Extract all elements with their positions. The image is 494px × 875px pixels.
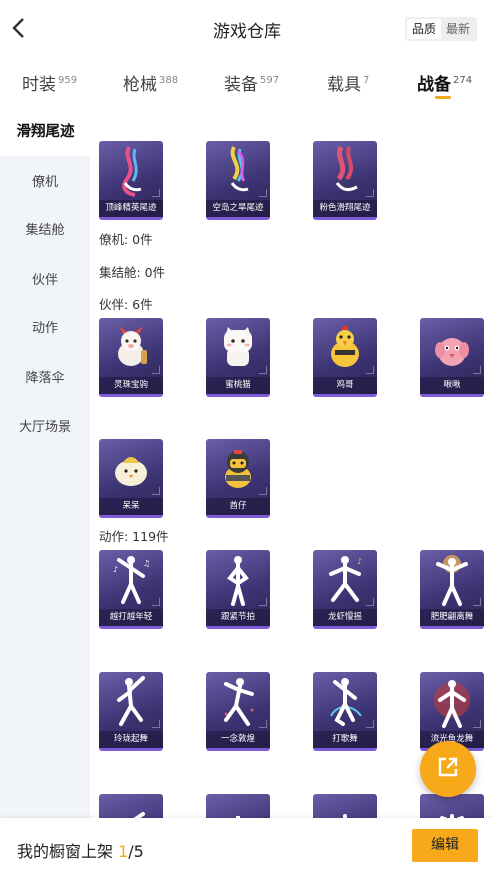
item-card[interactable] <box>99 794 163 818</box>
card-corner <box>152 598 160 606</box>
svg-text:♪: ♪ <box>113 565 118 574</box>
item-name: 呆呆 <box>99 498 163 515</box>
item-card[interactable]: ♪ 龙虾慢摇 <box>313 550 377 629</box>
sidebar: 滑翔尾迹 僚机 集结舱 伙伴 动作 降落伞 大厅场景 <box>0 108 91 818</box>
svg-text:♪: ♪ <box>357 557 362 566</box>
dancer-icon <box>99 794 163 818</box>
item-card[interactable]: 肥肥翩离舞 <box>420 550 484 629</box>
item-card[interactable]: 打歌舞 <box>313 672 377 751</box>
warehouse-screen: 游戏仓库 品质 最新 时装 959 枪械 388 装备 597 载具 7 战备 274 滑… <box>0 0 494 875</box>
item-card[interactable]: 流光鱼龙舞 <box>420 672 484 751</box>
showcase-count: 我的橱窗上架 1/5 <box>17 842 144 861</box>
item-card[interactable]: ♪ ♫ 越打越年轻 <box>99 550 163 629</box>
item-card[interactable] <box>206 794 270 818</box>
sidebar-item-emote[interactable]: 动作 <box>0 305 90 353</box>
item-name: 粉色滑翔尾迹 <box>313 200 377 217</box>
item-name: 跟紧节拍 <box>206 609 270 626</box>
item-name: 顶峰精英尾迹 <box>99 200 163 217</box>
item-name: 龙虾慢摇 <box>313 609 377 626</box>
tab-combat-prep[interactable]: 战备 274 <box>417 70 472 95</box>
card-corner <box>152 487 160 495</box>
item-card[interactable]: 粉色滑翔尾迹 <box>313 141 377 220</box>
card-corner <box>259 487 267 495</box>
item-name: 啾啾 <box>420 377 484 394</box>
card-corner <box>366 189 374 197</box>
tab-equipment[interactable]: 装备 597 <box>224 70 279 95</box>
tab-guns[interactable]: 枪械 388 <box>123 70 178 95</box>
showcase-bar: 我的橱窗上架 1/5 编辑 <box>0 818 494 875</box>
sidebar-item-wingman[interactable]: 僚机 <box>0 159 90 207</box>
tab-outfit[interactable]: 时装 959 <box>22 70 77 95</box>
card-corner <box>473 720 481 728</box>
item-name: 蜜桃猫 <box>206 377 270 394</box>
card-corner <box>366 598 374 606</box>
active-tab-indicator <box>435 96 451 99</box>
dancer-icon <box>206 794 270 818</box>
sidebar-item-parachute[interactable]: 降落伞 <box>0 355 90 403</box>
section-wingman-count: 僚机: 0件 <box>99 232 153 247</box>
card-corner <box>152 720 160 728</box>
item-name: 肥肥翩离舞 <box>420 609 484 626</box>
sort-quality-button[interactable]: 品质 <box>407 19 441 39</box>
card-corner <box>259 366 267 374</box>
item-name: 灵珠宝驹 <box>99 377 163 394</box>
item-name: 鸡哥 <box>313 377 377 394</box>
header: 游戏仓库 品质 最新 <box>0 0 494 56</box>
sidebar-item-partner[interactable]: 伙伴 <box>0 257 90 305</box>
item-card[interactable]: 鸡哥 <box>313 318 377 397</box>
item-card[interactable]: 蜜桃猫 <box>206 318 270 397</box>
card-corner <box>473 366 481 374</box>
item-card[interactable]: 顶峰精英尾迹 <box>99 141 163 220</box>
card-corner <box>259 598 267 606</box>
card-corner <box>259 189 267 197</box>
item-card[interactable]: 啾啾 <box>420 318 484 397</box>
svg-text:♫: ♫ <box>143 559 150 568</box>
item-grid: 顶峰精英尾迹 空岛之旱尾迹 粉色滑翔尾迹 僚机: 0件 集结舱: 0件 伙伴: … <box>90 108 494 818</box>
sidebar-item-pod[interactable]: 集结舱 <box>0 207 90 255</box>
sort-toggle: 品质 最新 <box>405 17 477 41</box>
card-corner <box>259 720 267 728</box>
card-corner <box>152 189 160 197</box>
section-emote-count: 动作: 119件 <box>99 529 169 544</box>
share-button[interactable] <box>420 741 476 797</box>
card-corner <box>473 598 481 606</box>
external-link-icon <box>436 755 460 783</box>
item-name: 酋仔 <box>206 498 270 515</box>
sidebar-item-lobby-scene[interactable]: 大厅场景 <box>0 404 90 452</box>
section-pod-count: 集结舱: 0件 <box>99 265 166 280</box>
card-corner <box>152 366 160 374</box>
item-name: 一念敦煌 <box>206 731 270 748</box>
sidebar-item-glide-trail[interactable]: 滑翔尾迹 <box>0 108 91 156</box>
section-partner-count: 伙伴: 6件 <box>99 297 153 312</box>
category-tabs: 时装 959 枪械 388 装备 597 载具 7 战备 274 <box>0 56 494 108</box>
item-name: 空岛之旱尾迹 <box>206 200 270 217</box>
tab-vehicles[interactable]: 载具 7 <box>327 70 369 95</box>
item-card[interactable]: 呆呆 <box>99 439 163 518</box>
item-name: 越打越年轻 <box>99 609 163 626</box>
item-card[interactable]: 灵珠宝驹 <box>99 318 163 397</box>
card-corner <box>366 366 374 374</box>
sort-latest-button[interactable]: 最新 <box>441 19 475 39</box>
item-card[interactable]: 酋仔 <box>206 439 270 518</box>
item-name: 打歌舞 <box>313 731 377 748</box>
edit-button[interactable]: 编辑 <box>412 829 478 862</box>
item-card[interactable] <box>313 794 377 818</box>
item-card[interactable]: 一念敦煌 <box>206 672 270 751</box>
dancer-icon <box>313 794 377 818</box>
item-card[interactable]: 空岛之旱尾迹 <box>206 141 270 220</box>
item-name: 玲珑起舞 <box>99 731 163 748</box>
item-card[interactable]: 玲珑起舞 <box>99 672 163 751</box>
dancer-icon <box>420 794 484 818</box>
item-card[interactable]: 跟紧节拍 <box>206 550 270 629</box>
card-corner <box>366 720 374 728</box>
item-card[interactable] <box>420 794 484 818</box>
